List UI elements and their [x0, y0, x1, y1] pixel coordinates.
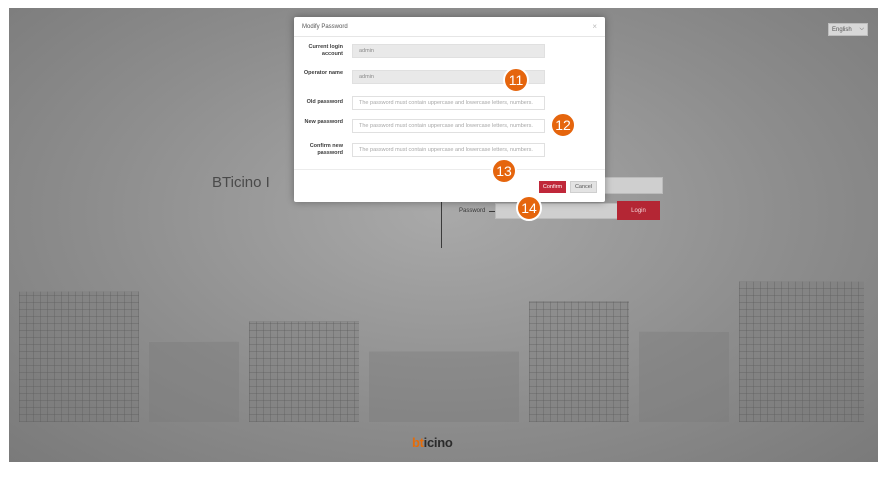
background-building [739, 281, 864, 422]
confirm-new-password-input[interactable]: The password must contain uppercase and … [352, 143, 545, 157]
background-building [149, 341, 239, 422]
current-login-account-field: admin [352, 44, 545, 58]
dialog-title: Modify Password [302, 23, 348, 30]
dialog-footer [294, 169, 605, 170]
confirm-button[interactable]: Confirm [539, 181, 566, 193]
close-icon[interactable]: × [592, 22, 597, 31]
field-label: Confirm new password [309, 143, 343, 156]
field-old-password: Old password The password must contain u… [294, 96, 605, 114]
language-value: English [832, 26, 852, 33]
field-label: Old password [306, 99, 343, 105]
field-label: New password [304, 119, 343, 125]
field-label: Current login account [308, 44, 343, 57]
password-label: Password [459, 208, 500, 214]
old-password-input[interactable]: The password must contain uppercase and … [352, 96, 545, 110]
chevron-down-icon: ⌵ [859, 26, 864, 32]
bticino-logo: bticino [412, 435, 453, 450]
field-label: Operator name [303, 70, 343, 76]
brand-title: BTicino I [212, 174, 270, 191]
background-building [249, 321, 359, 422]
background-building [19, 291, 139, 422]
language-select[interactable]: English ⌵ [828, 23, 868, 36]
new-password-input[interactable]: The password must contain uppercase and … [352, 119, 545, 133]
background-building [529, 301, 629, 422]
modify-password-dialog: Modify Password × Current login account … [294, 17, 605, 202]
login-button[interactable]: Login [617, 201, 660, 220]
callout-marker: 14 [516, 195, 542, 221]
password-input[interactable] [495, 203, 626, 219]
field-operator-name: Operator name admin [294, 70, 605, 88]
callout-marker: 12 [550, 112, 576, 138]
background-building [369, 351, 519, 422]
field-confirm-new-password: Confirm new password The password must c… [294, 143, 605, 161]
background-building [639, 331, 729, 422]
field-current-login-account: Current login account admin [294, 44, 605, 62]
callout-marker: 13 [491, 158, 517, 184]
callout-marker: 11 [503, 67, 529, 93]
cancel-button[interactable]: Cancel [570, 181, 597, 193]
dialog-header: Modify Password × [294, 17, 605, 37]
